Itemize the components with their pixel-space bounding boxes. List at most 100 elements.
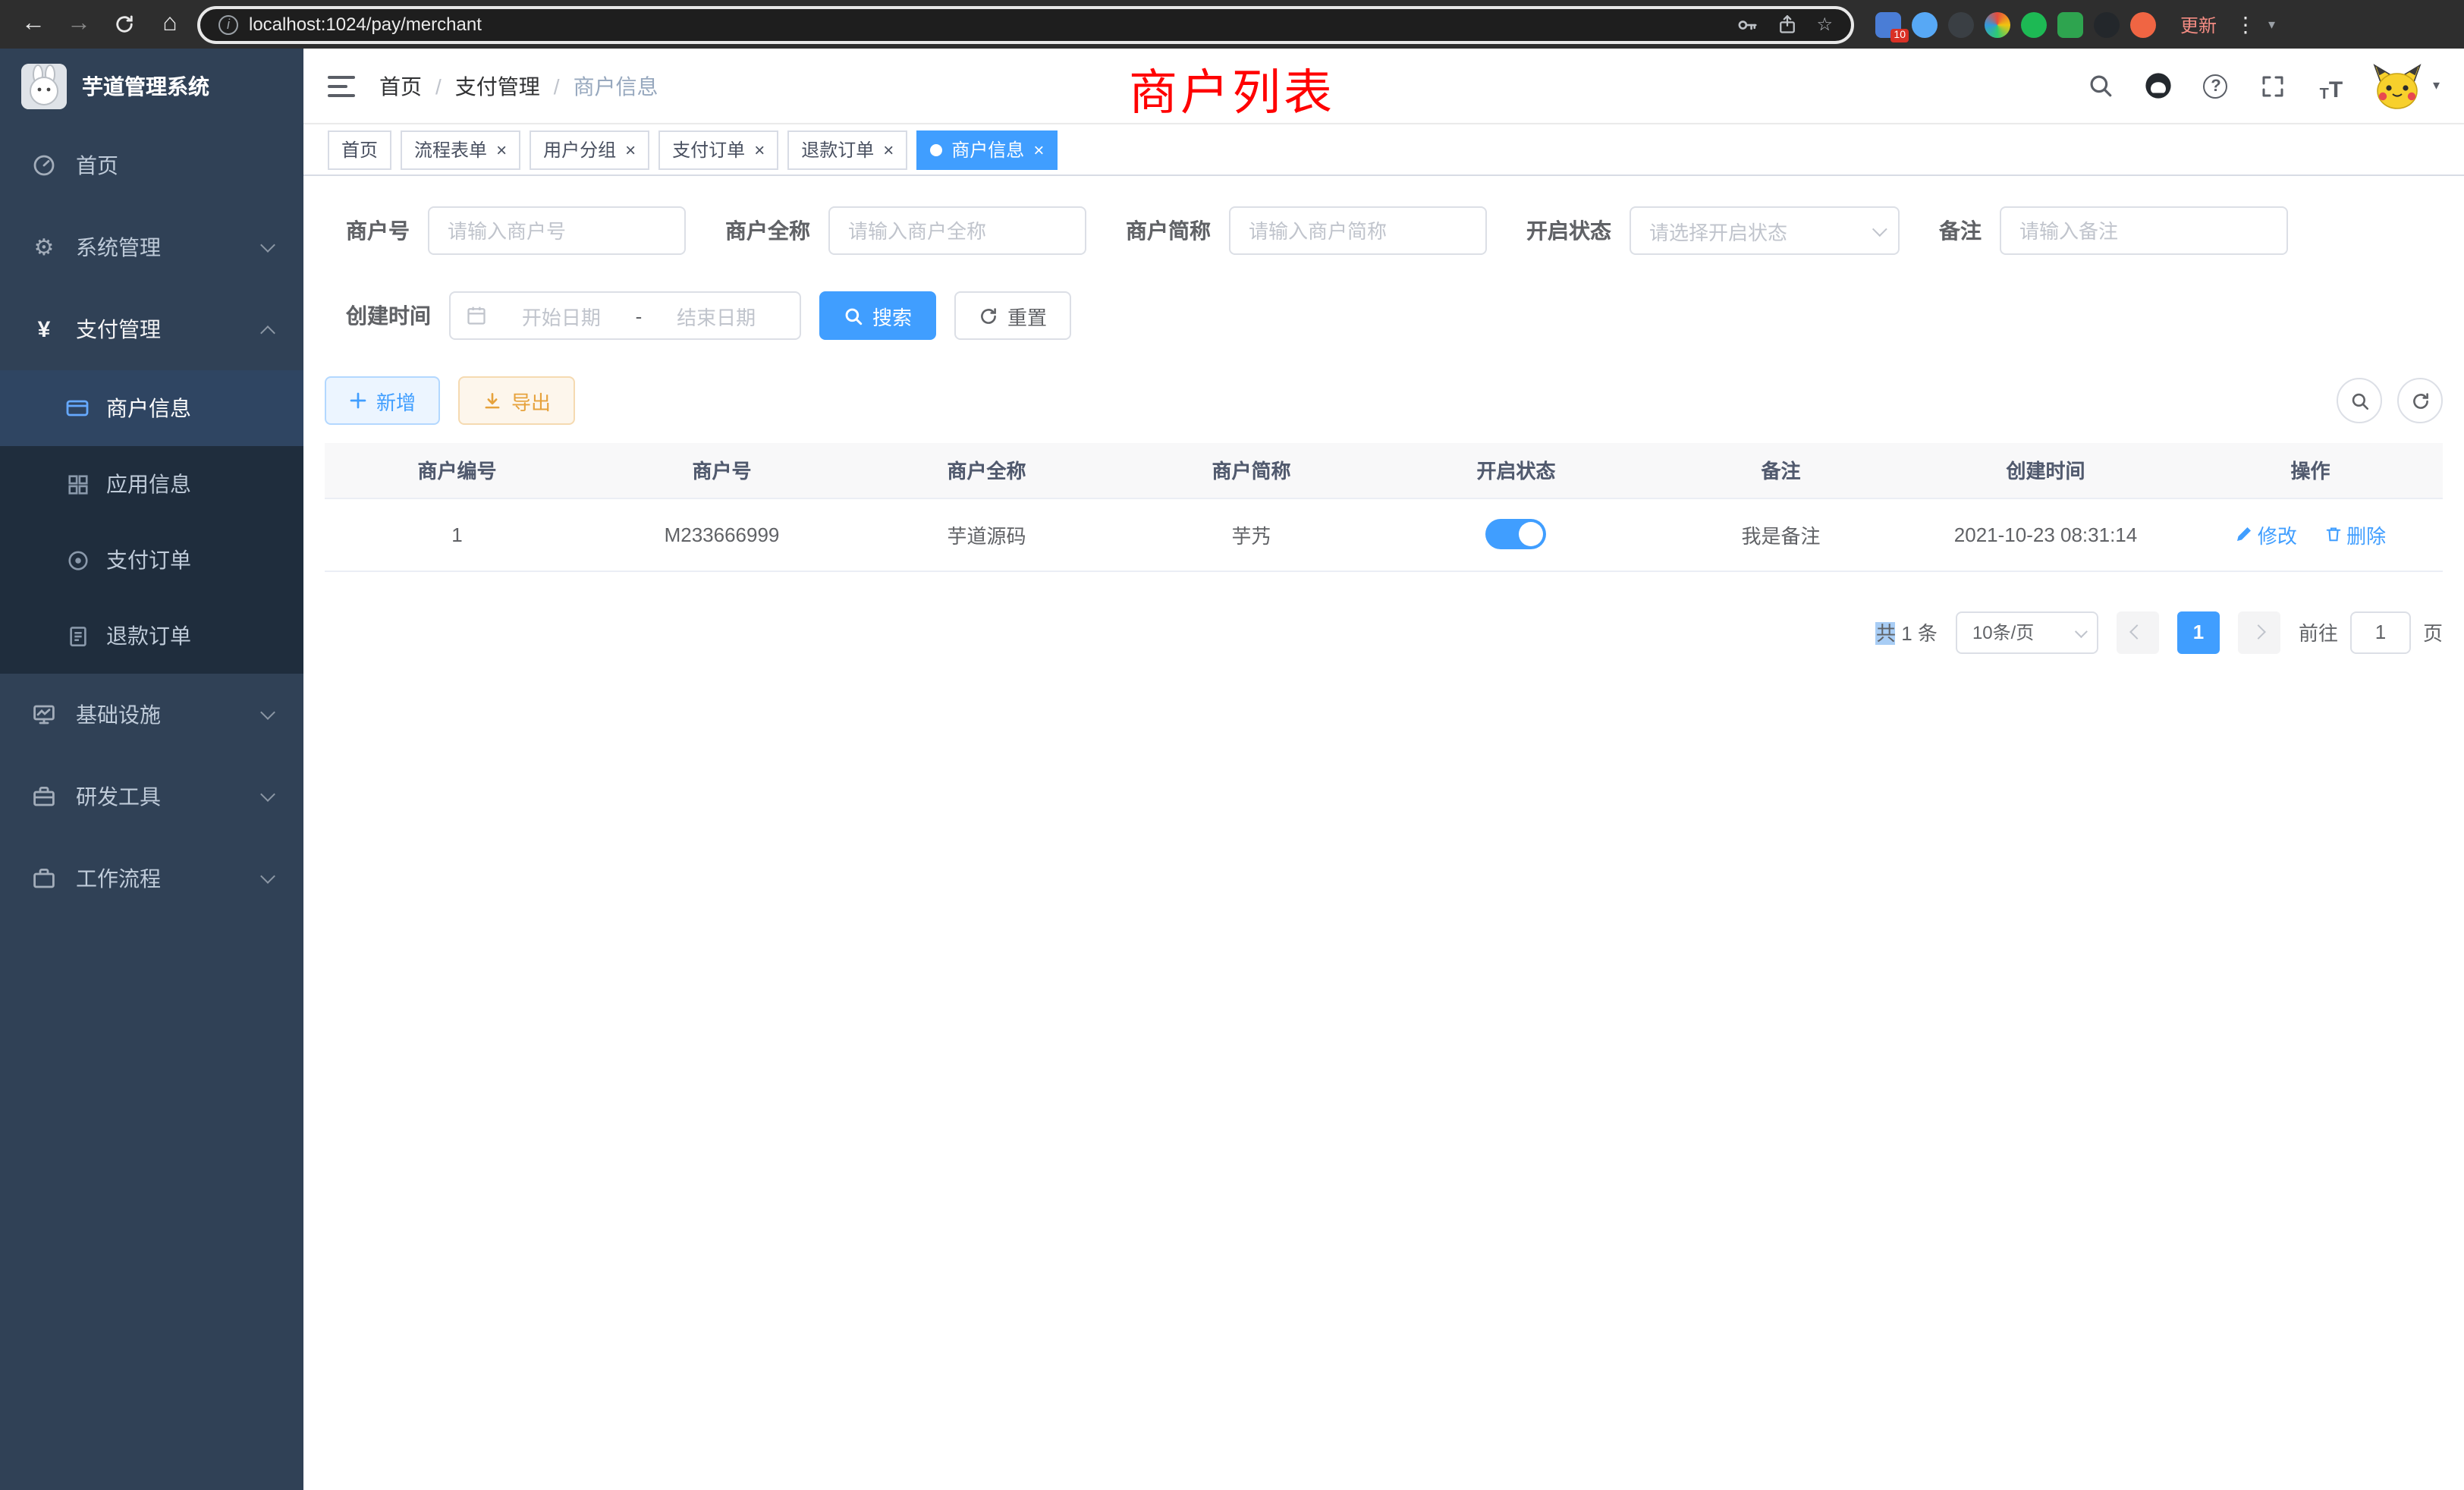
sidebar-item-infrastructure[interactable]: 基础设施: [0, 674, 303, 756]
add-button[interactable]: 新增: [325, 376, 440, 425]
sidebar-toggle-icon[interactable]: [328, 75, 355, 96]
chrome-update-button[interactable]: 更新: [2180, 11, 2217, 37]
close-icon[interactable]: ×: [625, 140, 636, 159]
column-header: 创建时间: [1913, 443, 2178, 498]
user-avatar[interactable]: ▾: [2372, 63, 2440, 108]
sidebar-item-merchant-info[interactable]: 商户信息: [0, 370, 303, 446]
page-annotation: 商户列表: [1129, 55, 1335, 124]
bookmark-star-icon[interactable]: ☆: [1816, 14, 1833, 35]
chrome-caret-icon: ▾: [2268, 16, 2275, 33]
sidebar-item-label: 退款订单: [106, 621, 191, 651]
status-toggle[interactable]: [1486, 519, 1547, 549]
export-button[interactable]: 导出: [458, 376, 575, 425]
remark-label: 备注: [1939, 215, 1982, 246]
prev-page-button[interactable]: [2117, 611, 2159, 653]
browser-menu-icon[interactable]: ⋮: [2235, 11, 2256, 37]
date-end-placeholder: 结束日期: [648, 301, 784, 330]
extension-icon[interactable]: [2021, 11, 2047, 37]
breadcrumb-item[interactable]: 首页: [379, 71, 422, 101]
sidebar-item-dev-tools[interactable]: 研发工具: [0, 756, 303, 838]
goto-page-input[interactable]: [2350, 611, 2411, 653]
extension-icon[interactable]: [1985, 11, 2010, 37]
chevron-down-icon: [260, 705, 275, 720]
sidebar-item-label: 工作流程: [76, 863, 161, 894]
extension-icon[interactable]: [1912, 11, 1938, 37]
page-unit-label: 页: [2423, 618, 2443, 646]
sidebar-item-payment[interactable]: ¥ 支付管理: [0, 288, 303, 370]
app-logo[interactable]: 芋道管理系统: [0, 49, 303, 124]
chevron-up-icon: [260, 325, 275, 341]
column-header: 商户全称: [854, 443, 1119, 498]
status-select[interactable]: 请选择开启状态: [1630, 206, 1900, 255]
site-info-icon[interactable]: i: [218, 14, 238, 34]
profile-avatar[interactable]: [2130, 11, 2156, 37]
back-icon[interactable]: ←: [15, 6, 52, 42]
yen-icon: ¥: [30, 316, 58, 342]
font-size-icon[interactable]: TT: [2315, 69, 2348, 102]
date-start-placeholder: 开始日期: [493, 301, 630, 330]
tags-view: 首页 流程表单 × 用户分组 × 支付订单 × 退款订单 × 商户信息 ×: [303, 124, 2464, 176]
page-number-button[interactable]: 1: [2177, 611, 2220, 653]
close-icon[interactable]: ×: [496, 140, 507, 159]
cell-actions: 修改 删除: [2178, 498, 2443, 571]
logo-image: [21, 64, 67, 109]
create-time-range-picker[interactable]: 开始日期 - 结束日期: [449, 291, 801, 340]
sidebar-item-label: 基础设施: [76, 699, 161, 730]
merchant-short-input[interactable]: [1229, 206, 1487, 255]
sidebar-item-label: 系统管理: [76, 232, 161, 262]
extension-icon[interactable]: 10: [1875, 11, 1901, 37]
sidebar-item-system[interactable]: ⚙ 系统管理: [0, 206, 303, 288]
screen: ← → ⌂ i localhost:1024/pay/merchant ☆ 10: [0, 0, 2464, 1490]
tab-merchant-info[interactable]: 商户信息 ×: [916, 130, 1058, 169]
reload-icon[interactable]: [106, 6, 143, 42]
reset-button[interactable]: 重置: [954, 291, 1071, 340]
share-icon[interactable]: [1777, 14, 1798, 35]
extension-icon[interactable]: [2057, 11, 2083, 37]
merchant-name-input[interactable]: [828, 206, 1086, 255]
table-header-row: 商户编号 商户号 商户全称 商户简称 开启状态 备注 创建时间 操作: [325, 443, 2443, 498]
search-icon[interactable]: [2084, 69, 2117, 102]
briefcase-icon: [30, 866, 58, 891]
tab-user-group[interactable]: 用户分组 ×: [530, 130, 649, 169]
search-button[interactable]: 搜索: [819, 291, 936, 340]
sidebar-item-pay-order[interactable]: 支付订单: [0, 522, 303, 598]
sidebar-item-home[interactable]: 首页: [0, 124, 303, 206]
breadcrumb: 首页 / 支付管理 / 商户信息: [379, 71, 658, 101]
delete-link[interactable]: 删除: [2324, 520, 2386, 549]
column-header: 备注: [1648, 443, 1913, 498]
page-size-select[interactable]: 10条/页: [1956, 611, 2098, 653]
tab-refund-order[interactable]: 退款订单 ×: [787, 130, 907, 169]
fullscreen-icon[interactable]: [2257, 69, 2290, 102]
cell-status: [1384, 498, 1648, 571]
tab-home[interactable]: 首页: [328, 130, 391, 169]
forward-icon[interactable]: →: [61, 6, 97, 42]
home-icon[interactable]: ⌂: [152, 6, 188, 42]
remark-input[interactable]: [2000, 206, 2288, 255]
toggle-search-button[interactable]: [2337, 378, 2382, 423]
sidebar-item-app-info[interactable]: 应用信息: [0, 446, 303, 522]
column-header: 商户号: [589, 443, 854, 498]
tab-pay-order[interactable]: 支付订单 ×: [658, 130, 778, 169]
sidebar-item-refund-order[interactable]: 退款订单: [0, 598, 303, 674]
close-icon[interactable]: ×: [754, 140, 765, 159]
tab-process-form[interactable]: 流程表单 ×: [401, 130, 520, 169]
refresh-button[interactable]: [2397, 378, 2443, 423]
next-page-button[interactable]: [2238, 611, 2280, 653]
merchant-no-input[interactable]: [428, 206, 686, 255]
address-bar[interactable]: i localhost:1024/pay/merchant ☆: [197, 5, 1854, 43]
extension-icon[interactable]: [1948, 11, 1974, 37]
cell-merchant-id: 1: [325, 498, 589, 571]
close-icon[interactable]: ×: [1033, 140, 1044, 159]
breadcrumb-item[interactable]: 支付管理: [455, 71, 540, 101]
extension-icon[interactable]: [2094, 11, 2120, 37]
breadcrumb-current: 商户信息: [574, 71, 658, 101]
help-icon[interactable]: ?: [2199, 69, 2233, 102]
edit-link[interactable]: 修改: [2235, 520, 2297, 549]
target-icon: [64, 549, 91, 571]
breadcrumb-separator: /: [435, 74, 442, 98]
close-icon[interactable]: ×: [883, 140, 894, 159]
pagination: 共 1 条 10条/页 1 前往 页: [325, 611, 2443, 653]
github-icon[interactable]: [2142, 69, 2175, 102]
password-key-icon[interactable]: [1736, 13, 1758, 36]
sidebar-item-workflow[interactable]: 工作流程: [0, 838, 303, 919]
